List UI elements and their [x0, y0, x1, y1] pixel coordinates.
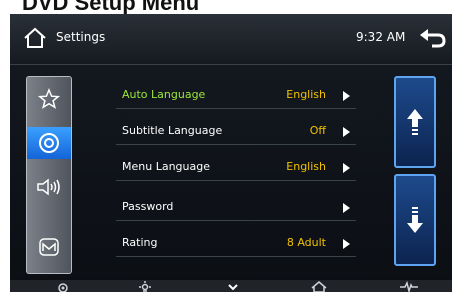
disc-icon [39, 133, 59, 153]
setting-value: Off [309, 124, 326, 137]
scroll-down-icon [407, 207, 423, 233]
setting-row-menu-language[interactable]: Menu Language English [116, 156, 356, 181]
setting-row-rating[interactable]: Rating 8 Adult [116, 232, 356, 257]
setting-label: Auto Language [122, 88, 206, 101]
scroll-up-button[interactable] [394, 76, 436, 168]
setting-row-auto-language[interactable]: Auto Language English [116, 84, 356, 109]
chevron-right-icon [343, 91, 350, 101]
setting-value: 8 Adult [286, 236, 326, 249]
scroll-up-icon [407, 109, 423, 135]
clock: 9:32 AM [356, 30, 406, 44]
home-icon[interactable] [310, 281, 328, 292]
chevron-down-icon[interactable] [224, 281, 242, 292]
chevron-right-icon [343, 239, 350, 249]
waveform-icon[interactable] [400, 281, 418, 292]
gear-icon[interactable] [54, 281, 72, 292]
left-nav [26, 76, 72, 274]
setting-row-subtitle-language[interactable]: Subtitle Language Off [116, 120, 356, 145]
setting-label: Password [122, 200, 174, 213]
brightness-icon[interactable] [136, 281, 154, 292]
back-icon[interactable] [418, 24, 446, 50]
setting-label: Subtitle Language [122, 124, 223, 137]
setting-label: Rating [122, 236, 158, 249]
chevron-right-icon [343, 203, 350, 213]
bottom-bar [10, 280, 452, 292]
setting-value: English [286, 88, 326, 101]
top-bar: Settings 9:32 AM [10, 14, 452, 65]
nav-favorites[interactable] [27, 83, 71, 115]
nav-disc[interactable] [27, 127, 71, 159]
setting-value: English [286, 160, 326, 173]
chevron-right-icon [343, 163, 350, 173]
speaker-icon [37, 178, 60, 196]
scroll-down-button[interactable] [394, 174, 436, 266]
nav-audio[interactable] [27, 171, 71, 203]
home-icon[interactable] [22, 25, 48, 51]
head-unit-screen: Settings 9:32 AM Auto Language English S… [10, 14, 452, 292]
chevron-right-icon [343, 127, 350, 137]
nav-brand[interactable] [27, 231, 71, 263]
setting-row-password[interactable]: Password [116, 196, 356, 221]
m-logo-icon [39, 238, 59, 256]
star-icon [38, 88, 60, 109]
setting-label: Menu Language [122, 160, 210, 173]
page-title: Settings [56, 30, 106, 44]
